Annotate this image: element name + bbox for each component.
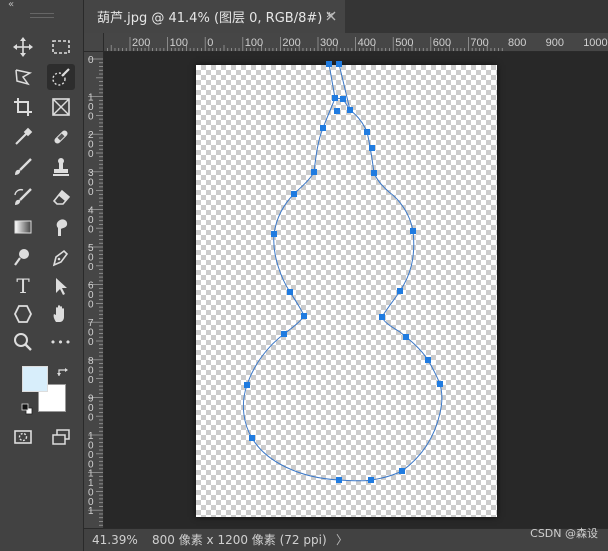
document-info: 800 像素 x 1200 像素 (72 ppi) <box>152 533 327 547</box>
ruler-label: 0 <box>88 149 94 160</box>
quick-selection-tool-button[interactable] <box>47 64 75 90</box>
ruler-label: 0 <box>207 37 213 49</box>
panel-grip[interactable] <box>30 13 54 18</box>
default-colors-icon[interactable] <box>20 402 34 416</box>
smudge-icon <box>56 219 68 236</box>
ruler-label: 1 <box>88 506 94 517</box>
ruler-label: 500 <box>395 37 413 49</box>
ruler-label: 0 <box>88 375 94 386</box>
ruler-label: 0 <box>88 337 94 348</box>
document-tab-title: 葫芦.jpg @ 41.4% (图层 0, RGB/8#) * <box>97 11 333 26</box>
quick-mask-button[interactable] <box>9 424 37 450</box>
collapse-panel-button[interactable]: « <box>8 0 14 10</box>
swap-colors-icon[interactable] <box>56 366 70 380</box>
rect-marquee-icon <box>52 40 70 54</box>
ruler-label: 0 <box>88 412 94 423</box>
brush-tool-button[interactable] <box>9 154 37 180</box>
path-selection-icon <box>56 278 67 295</box>
polygon-shape-icon <box>13 305 33 323</box>
ruler-label: 700 <box>470 37 488 49</box>
type-tool-button[interactable]: T <box>9 273 37 299</box>
crop-icon <box>14 98 32 116</box>
lasso-tool-button[interactable] <box>9 64 37 90</box>
zoom-icon <box>14 333 32 351</box>
ruler-label: 0 <box>88 300 94 311</box>
rect-marquee-tool-button[interactable] <box>47 34 75 60</box>
hand-tool-button[interactable] <box>47 301 75 327</box>
screen-mode-button[interactable] <box>47 424 75 450</box>
ruler-label: 300 <box>320 37 338 49</box>
more-tools-button[interactable]: ••• <box>47 329 75 355</box>
move-icon <box>13 37 33 57</box>
document-canvas[interactable] <box>196 65 497 517</box>
shape-tool-button[interactable] <box>9 301 37 327</box>
ruler-label: 900 <box>546 37 564 49</box>
polygonal-lasso-icon <box>15 69 33 86</box>
eyedropper-icon <box>15 127 33 145</box>
ruler-label: 0 <box>88 187 94 198</box>
history-brush-tool-button[interactable] <box>9 184 37 210</box>
eraser-icon <box>52 189 71 205</box>
ruler-label: 400 <box>358 37 376 49</box>
pen-icon <box>52 249 69 267</box>
brush-icon <box>15 158 32 175</box>
screen-mode-icon <box>52 429 70 445</box>
ruler-label: 0 <box>88 224 94 235</box>
gradient-icon <box>14 220 32 234</box>
gradient-tool-button[interactable] <box>9 214 37 240</box>
quick-selection-icon <box>52 68 70 86</box>
ruler-label: 1000 <box>583 37 607 49</box>
ruler-label: 600 <box>433 37 451 49</box>
vertical-ruler[interactable]: 0100200300400500600700800900100011001 <box>84 52 104 528</box>
ruler-label: 200 <box>132 37 150 49</box>
type-icon: T <box>16 274 30 298</box>
ruler-label: 100 <box>245 37 263 49</box>
status-menu-arrow-icon[interactable]: 〉 <box>336 529 348 551</box>
history-brush-icon <box>14 188 32 205</box>
tools-panel: « T ••• <box>0 0 84 551</box>
dodge-tool-button[interactable] <box>9 244 37 270</box>
zoom-level-field[interactable]: 41.39% <box>92 529 138 551</box>
horizontal-ruler[interactable]: 200 100 0 100 200 300 400 500 600 700 800 900 1000 <box>104 33 608 52</box>
zoom-tool-button[interactable] <box>9 329 37 355</box>
ruler-label: 0 <box>88 262 94 273</box>
ruler-label: 0 <box>88 55 94 66</box>
pen-tool-button[interactable] <box>47 244 75 270</box>
ruler-label: 0 <box>88 112 94 123</box>
hand-icon <box>53 305 64 322</box>
vertical-ruler-scale: 0100200300400500600700800900100011001 <box>88 55 103 526</box>
document-tab-bar: 葫芦.jpg @ 41.4% (图层 0, RGB/8#) * <box>84 0 608 33</box>
ruler-label: 100 <box>170 37 188 49</box>
frame-tool-button[interactable] <box>47 94 75 120</box>
quick-mask-icon <box>14 430 32 444</box>
more-icon: ••• <box>49 335 73 349</box>
clone-stamp-tool-button[interactable] <box>47 154 75 180</box>
healing-brush-tool-button[interactable] <box>47 124 75 150</box>
smudge-tool-button[interactable] <box>47 214 75 240</box>
eyedropper-tool-button[interactable] <box>9 124 37 150</box>
foreground-color-swatch[interactable] <box>22 366 48 392</box>
watermark-text: CSDN @森设 <box>530 527 598 540</box>
frame-icon <box>52 98 70 116</box>
horizontal-ruler-scale: 200 100 0 100 200 300 400 500 600 700 800 900 1000 <box>107 37 608 51</box>
move-tool-button[interactable] <box>9 34 37 60</box>
close-icon[interactable] <box>325 10 337 22</box>
dodge-icon <box>14 249 29 266</box>
crop-tool-button[interactable] <box>9 94 37 120</box>
document-tab[interactable]: 葫芦.jpg @ 41.4% (图层 0, RGB/8#) * <box>84 0 345 33</box>
healing-brush-icon <box>54 130 68 144</box>
path-selection-tool-button[interactable] <box>47 273 75 299</box>
clone-stamp-icon <box>53 158 69 176</box>
ruler-label: 800 <box>508 37 526 49</box>
eraser-tool-button[interactable] <box>47 184 75 210</box>
ruler-label: 200 <box>282 37 300 49</box>
ruler-origin[interactable] <box>84 33 104 52</box>
